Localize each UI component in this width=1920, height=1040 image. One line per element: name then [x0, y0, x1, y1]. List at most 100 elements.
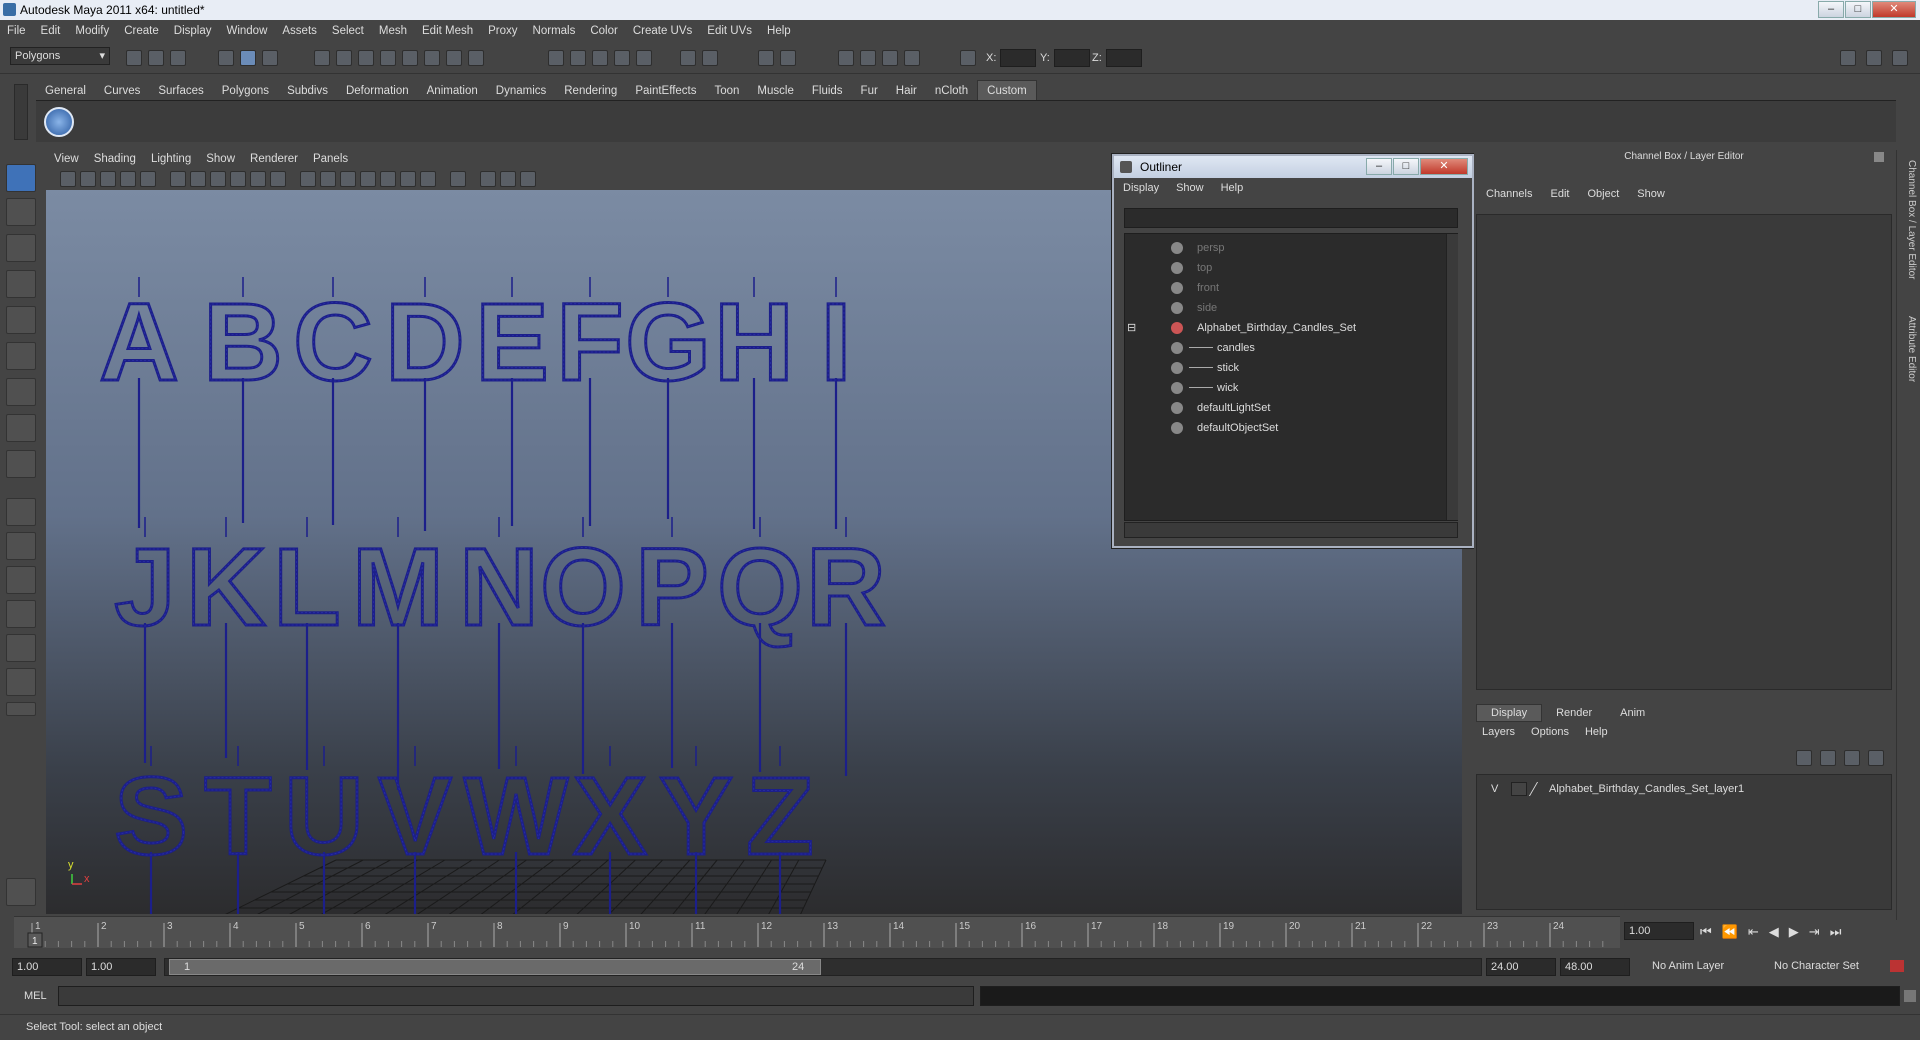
layer-visibility-toggle[interactable]: V — [1491, 783, 1498, 795]
shelf-tab-rendering[interactable]: Rendering — [555, 81, 626, 101]
render-view-icon[interactable] — [636, 50, 652, 66]
channel-box-side-tab[interactable]: Channel Box / Layer Editor — [1901, 160, 1917, 310]
ipr-render-icon[interactable] — [570, 50, 586, 66]
menu-create[interactable]: Create — [117, 20, 167, 42]
lasso-tool-icon[interactable] — [6, 198, 36, 226]
layer-color-swatch[interactable] — [1528, 782, 1550, 796]
shelf-tab-animation[interactable]: Animation — [418, 81, 487, 101]
construction-icon[interactable] — [446, 50, 462, 66]
menu-mesh[interactable]: Mesh — [372, 20, 415, 42]
menu-select[interactable]: Select — [325, 20, 372, 42]
layer-menu-options[interactable]: Options — [1531, 726, 1569, 738]
isolate-select-icon[interactable] — [450, 171, 466, 187]
graph-layout-icon[interactable] — [6, 668, 36, 696]
new-layer-selected-icon[interactable] — [1820, 750, 1836, 766]
playback-start-input[interactable]: 1.00 — [86, 958, 156, 976]
attribute-toggle-icon[interactable] — [780, 50, 796, 66]
wireframe-icon[interactable] — [300, 171, 316, 187]
outliner-menu-help[interactable]: Help — [1212, 178, 1252, 198]
smooth-shade-icon[interactable] — [320, 171, 336, 187]
safe-action-icon[interactable] — [270, 171, 286, 187]
layout-toggle-icon[interactable] — [1840, 50, 1856, 66]
candle-c[interactable]: CC — [292, 277, 374, 525]
viewport-menu-lighting[interactable]: Lighting — [143, 150, 198, 168]
menu-normals[interactable]: Normals — [526, 20, 584, 42]
layout-toggle-3-icon[interactable] — [1892, 50, 1908, 66]
menu-modify[interactable]: Modify — [68, 20, 117, 42]
menu-window[interactable]: Window — [219, 20, 275, 42]
command-language-label[interactable]: MEL — [24, 990, 47, 1002]
shelf-tab-toon[interactable]: Toon — [705, 81, 748, 101]
outliner-item[interactable]: wick — [1125, 378, 1443, 398]
close-button[interactable]: ✕ — [1872, 1, 1916, 18]
maximize-button[interactable]: □ — [1845, 1, 1871, 18]
outliner-item[interactable]: persp — [1125, 238, 1443, 258]
xray-icon[interactable] — [480, 171, 496, 187]
snap-point-icon[interactable] — [358, 50, 374, 66]
wireframe-on-shaded-icon[interactable] — [340, 171, 356, 187]
snap-plane-icon[interactable] — [380, 50, 396, 66]
layer-tab-display[interactable]: Display — [1476, 704, 1543, 722]
shelf-tab-curves[interactable]: Curves — [95, 81, 149, 101]
outliner-window[interactable]: Outliner – □ ✕ Display Show Help persp top f… — [1112, 154, 1474, 548]
render-settings-icon[interactable] — [592, 50, 608, 66]
menu-edit-uvs[interactable]: Edit UVs — [700, 20, 760, 42]
hud-icon[interactable] — [520, 171, 536, 187]
channel-box-content[interactable] — [1476, 214, 1892, 690]
candle-v[interactable]: VV — [377, 746, 453, 914]
move-tool-icon[interactable] — [6, 306, 36, 334]
menu-assets[interactable]: Assets — [275, 20, 325, 42]
candle-i[interactable]: II — [819, 277, 853, 529]
candle-g[interactable]: GG — [624, 277, 712, 519]
custom-shelf-check-icon[interactable] — [44, 107, 74, 137]
viewport-menu-show[interactable]: Show — [198, 150, 242, 168]
outliner-item[interactable]: top — [1125, 258, 1443, 278]
sidebar-toggle-icon[interactable] — [758, 50, 774, 66]
graph-persp-layout-icon[interactable] — [6, 600, 36, 628]
layer-tab-anim[interactable]: Anim — [1606, 705, 1659, 721]
show-manip-icon[interactable] — [6, 450, 36, 478]
select-hierarchy-icon[interactable] — [218, 50, 234, 66]
outliner-persp-layout-icon[interactable] — [6, 566, 36, 594]
shelf-tab-deformation[interactable]: Deformation — [337, 81, 418, 101]
range-slider-handle[interactable]: 1 24 — [169, 959, 821, 975]
gate-mask-icon[interactable] — [230, 171, 246, 187]
candle-s[interactable]: SS — [113, 746, 189, 914]
new-scene-icon[interactable] — [126, 50, 142, 66]
snap-curve-icon[interactable] — [336, 50, 352, 66]
2d-pan-zoom-icon[interactable] — [140, 171, 156, 187]
candle-q[interactable]: QQ — [716, 517, 804, 772]
menu-edit[interactable]: Edit — [34, 20, 69, 42]
y-input[interactable] — [1054, 49, 1090, 67]
range-slider-track[interactable]: 1 24 — [164, 958, 1482, 976]
candle-o[interactable]: OO — [539, 517, 627, 774]
candle-d[interactable]: DD — [384, 277, 466, 531]
hypershade-persp-layout-icon[interactable] — [6, 634, 36, 662]
snap-live-icon[interactable] — [402, 50, 418, 66]
transform-field-icon[interactable] — [960, 50, 976, 66]
candle-f[interactable]: FF — [555, 277, 625, 526]
menu-display[interactable]: Display — [167, 20, 220, 42]
playback-end-input[interactable]: 24.00 — [1486, 958, 1556, 976]
candle-m[interactable]: MM — [351, 517, 445, 790]
menu-help[interactable]: Help — [760, 20, 799, 42]
shelf-tab-fluids[interactable]: Fluids — [803, 81, 852, 101]
outliner-maximize-button[interactable]: □ — [1393, 158, 1419, 175]
channel-box-float-icon[interactable] — [1874, 152, 1884, 162]
minimize-button[interactable]: – — [1818, 1, 1844, 18]
collapse-toggle-icon[interactable]: ⊟ — [1127, 318, 1136, 338]
move-layer-down-icon[interactable] — [1868, 750, 1884, 766]
outliner-item[interactable]: stick — [1125, 358, 1443, 378]
step-back-key-icon[interactable]: ⏪ — [1722, 924, 1748, 939]
snap-grid-icon[interactable] — [314, 50, 330, 66]
select-component-icon[interactable] — [262, 50, 278, 66]
channel-box-menu-edit[interactable]: Edit — [1550, 188, 1569, 200]
resolution-gate-icon[interactable] — [210, 171, 226, 187]
outliner-vertical-scrollbar[interactable] — [1446, 234, 1458, 520]
script-editor-icon[interactable] — [1904, 990, 1916, 1002]
input-line-icon[interactable] — [680, 50, 696, 66]
shelf-tab-muscle[interactable]: Muscle — [748, 81, 802, 101]
outliner-menu-show[interactable]: Show — [1167, 178, 1212, 198]
outliner-item[interactable]: front — [1125, 278, 1443, 298]
menu-color[interactable]: Color — [583, 20, 625, 42]
